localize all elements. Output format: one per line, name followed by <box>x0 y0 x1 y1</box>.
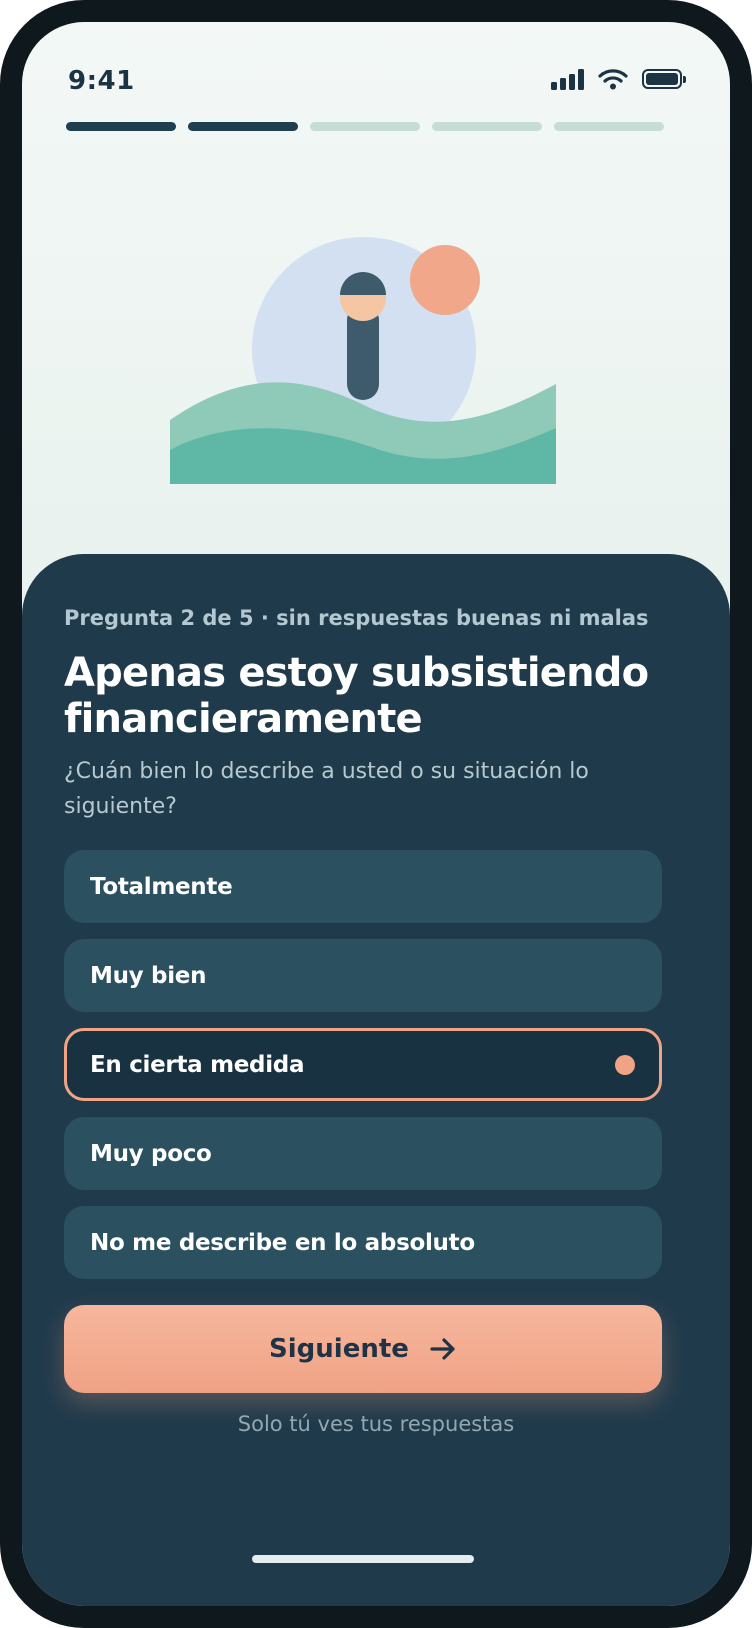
phone-frame: 9:41 Pregunta 2 de 5 · sin respuestas bu… <box>0 0 752 1628</box>
answer-option[interactable]: No me describe en lo absoluto <box>64 1206 662 1279</box>
wifi-icon <box>598 69 628 90</box>
progress-segment <box>310 122 420 131</box>
question-title: Apenas estoy subsistiendo financierament… <box>64 650 649 742</box>
arrow-right-icon <box>430 1338 455 1360</box>
progress-segment <box>66 122 176 131</box>
status-time: 9:41 <box>68 66 135 96</box>
answer-option-label: No me describe en lo absoluto <box>90 1229 475 1256</box>
answer-option-label: Muy poco <box>90 1140 212 1167</box>
battery-icon <box>642 69 686 89</box>
screen: 9:41 Pregunta 2 de 5 · sin respuestas bu… <box>22 22 730 1606</box>
question-sheet: Pregunta 2 de 5 · sin respuestas buenas … <box>22 554 730 1606</box>
next-button-label: Siguiente <box>269 1334 409 1364</box>
selected-indicator-icon <box>615 1054 635 1075</box>
answer-option-label: Totalmente <box>90 873 233 900</box>
progress-segment <box>432 122 542 131</box>
answer-option[interactable]: Muy poco <box>64 1117 662 1190</box>
cellular-signal-icon <box>551 68 584 90</box>
privacy-note: Solo tú ves tus respuestas <box>237 1412 515 1436</box>
person-illustration <box>170 237 556 484</box>
answer-options: Totalmente Muy bien En cierta medida Muy po… <box>64 850 662 1295</box>
question-eyebrow: Pregunta 2 de 5 · sin respuestas buenas … <box>64 606 649 630</box>
answer-option-label: En cierta medida <box>90 1051 305 1078</box>
next-button[interactable]: Siguiente <box>64 1305 662 1393</box>
progress-bar <box>66 122 664 131</box>
status-icons <box>551 68 686 90</box>
home-indicator[interactable] <box>252 1555 474 1563</box>
answer-option-label: Muy bien <box>90 962 207 989</box>
answer-option[interactable]: En cierta medida <box>64 1028 662 1101</box>
question-subtitle: ¿Cuán bien lo describe a usted o su situ… <box>64 759 589 819</box>
answer-option[interactable]: Totalmente <box>64 850 662 923</box>
answer-option[interactable]: Muy bien <box>64 939 662 1012</box>
progress-segment <box>554 122 664 131</box>
progress-segment <box>188 122 298 131</box>
